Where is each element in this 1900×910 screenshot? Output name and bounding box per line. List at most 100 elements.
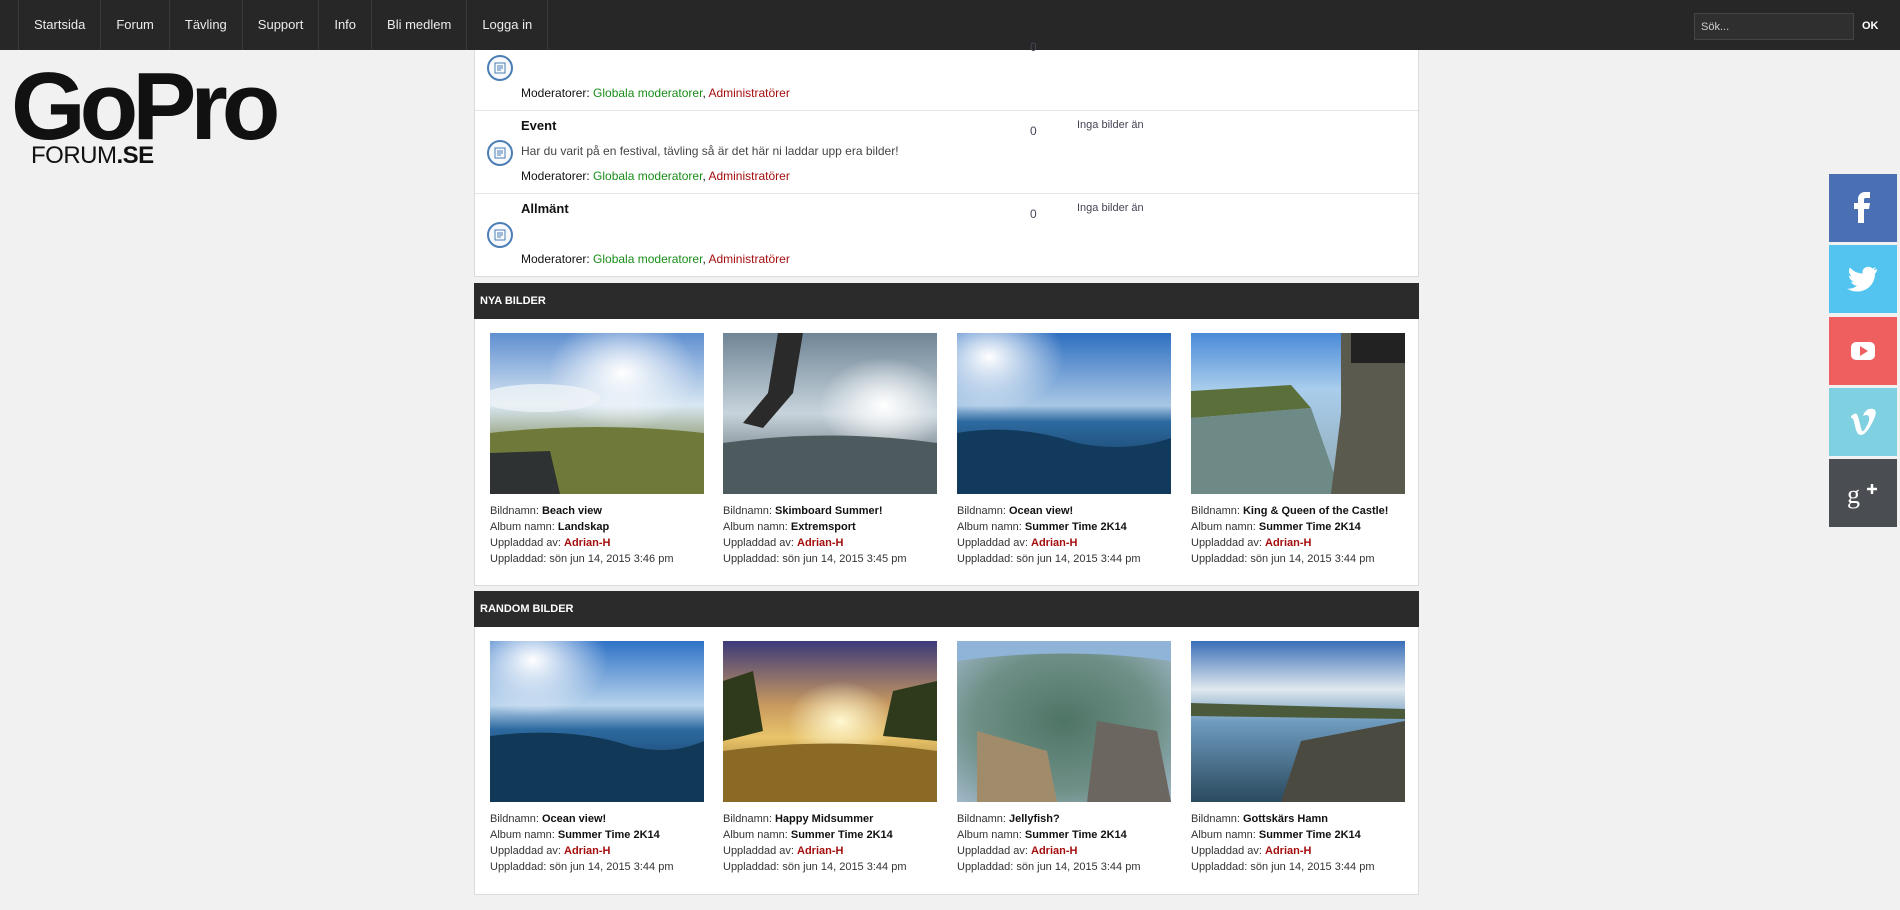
image-meta: Bildnamn: Ocean view! Album namn: Summer… [957,503,1171,567]
moderator-link-global[interactable]: Globala moderatorer [593,86,702,100]
moderator-link-admin[interactable]: Administratörer [708,169,789,183]
image-name-line: Bildnamn: Skimboard Summer! [723,503,937,519]
label: Bildnamn: [957,505,1009,517]
uploader-line: Uppladdad av: Adrian-H [1191,535,1405,551]
uploader-link[interactable]: Adrian-H [1031,845,1077,857]
twitter-button[interactable] [1829,245,1897,313]
uploader-link[interactable]: Adrian-H [797,537,843,549]
image-thumbnail[interactable] [490,641,704,802]
uploader-link[interactable]: Adrian-H [564,845,610,857]
nav-bli-medlem[interactable]: Bli medlem [371,0,466,50]
album-line: Album namn: Summer Time 2K14 [957,519,1171,535]
google-plus-button[interactable]: g [1829,459,1897,527]
album-category-list: 0 Moderatorer: Globala moderatorer, Admi… [474,40,1420,277]
image-name: Happy Midsummer [774,813,874,825]
label: Uppladdad: [957,861,1017,873]
label: Bildnamn: [490,813,542,825]
image-thumbnail[interactable] [1191,641,1405,802]
upload-date: sön jun 14, 2015 3:44 pm [1250,861,1375,873]
category-row: 0 Moderatorer: Globala moderatorer, Admi… [475,40,1420,111]
uploader-line: Uppladdad av: Adrian-H [490,843,704,859]
image-count: 0 [1030,207,1037,221]
label: Album namn: [723,521,791,533]
image-name-line: Bildnamn: King & Queen of the Castle! [1191,503,1405,519]
upload-date: sön jun 14, 2015 3:44 pm [1016,553,1141,565]
image-name: Gottskärs Hamn [1242,813,1328,825]
label: Bildnamn: [957,813,1009,825]
moderator-link-admin[interactable]: Administratörer [708,252,789,266]
label: Uppladdad: [723,553,783,565]
image-thumbnail[interactable] [490,333,704,494]
uploader-link[interactable]: Adrian-H [1031,537,1077,549]
image-meta: Bildnamn: Ocean view! Album namn: Summer… [490,811,704,875]
upload-date: sön jun 14, 2015 3:45 pm [782,553,907,565]
image-thumbnail[interactable] [957,333,1171,494]
nav-info[interactable]: Info [318,0,371,50]
image-name-line: Bildnamn: Beach view [490,503,704,519]
uploader-link[interactable]: Adrian-H [564,537,610,549]
label: Bildnamn: [1191,505,1243,517]
svg-text:g: g [1847,480,1860,509]
date-line: Uppladdad: sön jun 14, 2015 3:46 pm [490,551,704,567]
nav-tavling[interactable]: Tävling [168,0,242,50]
label: Album namn: [957,829,1025,841]
label: Album namn: [723,829,791,841]
moderator-link-admin[interactable]: Administratörer [708,86,789,100]
label: Uppladdad: [1191,861,1251,873]
image-thumbnail[interactable] [723,641,937,802]
nav-logga-in[interactable]: Logga in [466,0,549,50]
logo-sub-text: FORUM.SE [31,142,154,170]
image-card: Bildnamn: Gottskärs Hamn Album namn: Sum… [1191,641,1405,875]
image-meta: Bildnamn: Gottskärs Hamn Album namn: Sum… [1191,811,1405,875]
album-name: Summer Time 2K14 [1258,521,1361,533]
image-meta: Bildnamn: Jellyfish? Album namn: Summer … [957,811,1171,875]
album-line: Album namn: Extremsport [723,519,937,535]
label: Uppladdad av: [723,537,797,549]
search-input[interactable] [1694,13,1854,40]
nav-support[interactable]: Support [241,0,319,50]
upload-date: sön jun 14, 2015 3:44 pm [1016,861,1141,873]
new-images-panel: Bildnamn: Beach view Album namn: Landska… [474,319,1419,586]
image-name: Skimboard Summer! [774,505,883,517]
nav-forum[interactable]: Forum [100,0,169,50]
site-logo[interactable]: GoPro FORUM.SE [11,59,280,170]
label: Album namn: [490,829,558,841]
image-thumbnail[interactable] [1191,333,1405,494]
facebook-button[interactable] [1829,174,1897,242]
label: Uppladdad: [490,553,550,565]
category-title[interactable]: Event [521,118,556,133]
moderators-label: Moderatorer: [521,169,594,183]
image-card: Bildnamn: Beach view Album namn: Landska… [490,333,704,567]
label: Album namn: [1191,521,1259,533]
album-name: Summer Time 2K14 [1024,521,1127,533]
uploader-link[interactable]: Adrian-H [797,845,843,857]
label: Uppladdad av: [490,845,564,857]
nav-startsida[interactable]: Startsida [18,0,100,50]
image-name-line: Bildnamn: Gottskärs Hamn [1191,811,1405,827]
vimeo-button[interactable] [1829,388,1897,456]
youtube-button[interactable] [1829,317,1897,385]
label: Uppladdad av: [1191,845,1265,857]
image-thumbnail[interactable] [957,641,1171,802]
uploader-link[interactable]: Adrian-H [1265,537,1311,549]
label: Uppladdad av: [490,537,564,549]
moderator-link-global[interactable]: Globala moderatorer [593,169,702,183]
date-line: Uppladdad: sön jun 14, 2015 3:44 pm [957,859,1171,875]
image-name-line: Bildnamn: Happy Midsummer [723,811,937,827]
uploader-link[interactable]: Adrian-H [1265,845,1311,857]
image-count: 0 [1030,40,1037,54]
date-line: Uppladdad: sön jun 14, 2015 3:44 pm [723,859,937,875]
logo-sub-prefix: FORUM [31,142,117,169]
category-title[interactable]: Allmänt [521,201,569,216]
moderators-label: Moderatorer: [521,86,594,100]
label: Album namn: [490,521,558,533]
image-meta: Bildnamn: Skimboard Summer! Album namn: … [723,503,937,567]
moderator-link-global[interactable]: Globala moderatorer [593,252,702,266]
search-button[interactable]: OK [1860,13,1881,40]
image-count: 0 [1030,124,1037,138]
label: Bildnamn: [490,505,542,517]
new-images-header: NYA BILDER [474,283,1419,319]
image-thumbnail[interactable] [723,333,937,494]
image-name-line: Bildnamn: Ocean view! [957,503,1171,519]
album-line: Album namn: Landskap [490,519,704,535]
